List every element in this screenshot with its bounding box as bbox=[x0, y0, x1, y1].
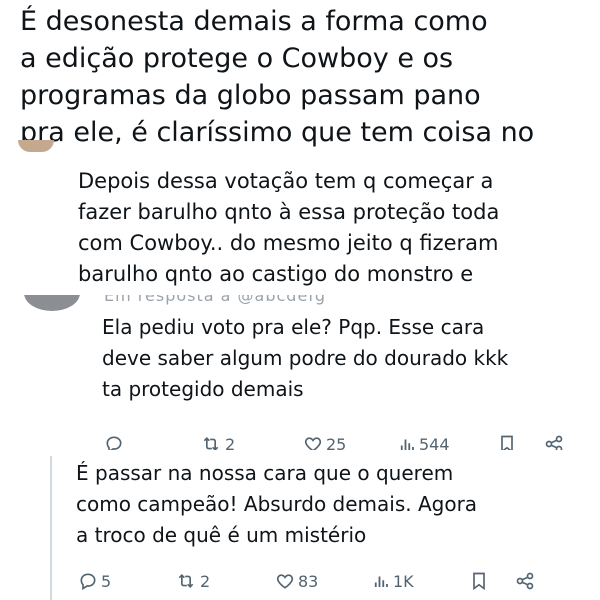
reply-count: 5 bbox=[101, 571, 112, 591]
share-icon bbox=[543, 434, 565, 450]
views-button[interactable]: 1K bbox=[372, 568, 414, 594]
reply-2-text: Ela pediu voto pra ele? Pqp. Esse cara d… bbox=[102, 315, 509, 401]
retweet-button[interactable]: 2 bbox=[175, 568, 210, 594]
bookmark-icon bbox=[469, 571, 489, 591]
reply-icon bbox=[78, 571, 98, 591]
action-bar: 5 2 83 1K bbox=[0, 568, 600, 594]
reply-3-text: É passar na nossa cara que o querem como… bbox=[76, 461, 478, 547]
like-count: 25 bbox=[326, 434, 347, 451]
heart-icon bbox=[303, 434, 323, 450]
views-count: 544 bbox=[419, 434, 450, 451]
share-button[interactable] bbox=[514, 568, 536, 594]
bookmark-icon bbox=[497, 434, 517, 450]
reply-2: Em resposta a @abcdefg Ela pediu voto pr… bbox=[0, 295, 600, 450]
retweet-icon bbox=[175, 571, 197, 591]
reply-1: Depois dessa votação tem q começar a faz… bbox=[0, 160, 600, 295]
like-count: 83 bbox=[298, 571, 319, 591]
bookmark-button[interactable] bbox=[469, 568, 489, 594]
share-icon bbox=[514, 571, 536, 591]
views-button[interactable]: 544 bbox=[398, 431, 450, 450]
replying-to-label: Em resposta a @abcdefg bbox=[104, 295, 327, 305]
avatar[interactable] bbox=[24, 295, 80, 311]
views-icon bbox=[372, 571, 390, 591]
bookmark-button[interactable] bbox=[497, 431, 517, 450]
retweet-button[interactable]: 2 bbox=[200, 431, 235, 450]
reply-icon bbox=[104, 434, 124, 450]
like-button[interactable]: 25 bbox=[303, 431, 346, 450]
tweet-main-text: É desonesta demais a forma como a edição… bbox=[20, 6, 535, 148]
heart-icon bbox=[275, 571, 295, 591]
retweet-icon bbox=[200, 434, 222, 450]
retweet-count: 2 bbox=[225, 434, 236, 451]
retweet-count: 2 bbox=[200, 571, 211, 591]
reply-1-text: Depois dessa votação tem q começar a faz… bbox=[78, 169, 500, 286]
views-icon bbox=[398, 434, 416, 450]
share-button[interactable] bbox=[543, 431, 565, 450]
action-bar: 2 25 544 bbox=[0, 431, 600, 450]
like-button[interactable]: 83 bbox=[275, 568, 318, 594]
tweet-main: É desonesta demais a forma como a edição… bbox=[0, 0, 600, 160]
reply-3: É passar na nossa cara que o querem como… bbox=[0, 450, 600, 600]
reply-button[interactable]: 5 bbox=[78, 568, 111, 594]
reply-button[interactable] bbox=[104, 431, 127, 450]
views-count: 1K bbox=[393, 571, 414, 591]
